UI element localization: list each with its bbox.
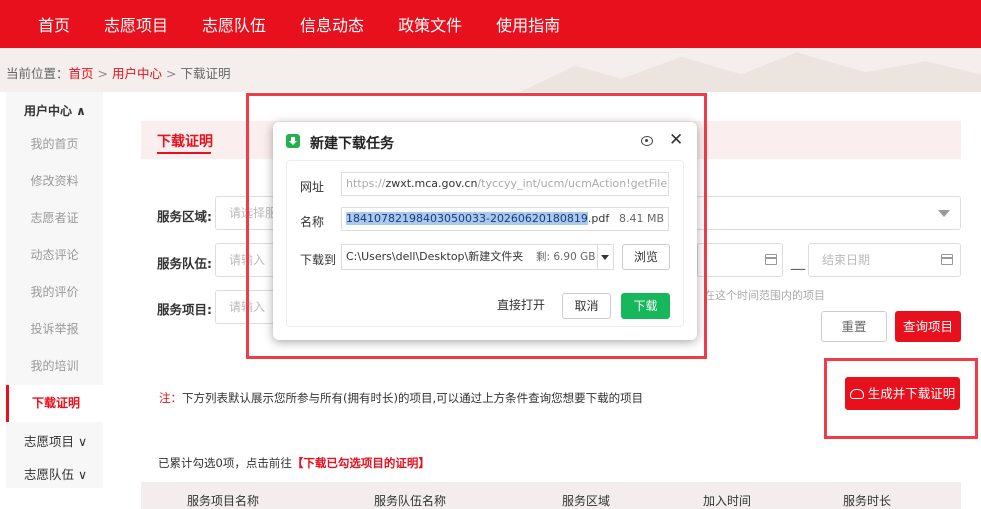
date-range-hint: 在这个时间范围内的项目	[704, 289, 825, 302]
note-prefix: 注：	[159, 391, 182, 405]
nav-volunteer-teams[interactable]: 志愿队伍	[202, 12, 266, 36]
sidebar-item-comments[interactable]: 动态评论	[6, 237, 103, 274]
download-button[interactable]: 下载	[621, 293, 670, 319]
team-label: 服务队伍:	[157, 256, 212, 271]
browse-button[interactable]: 浏览	[622, 244, 670, 270]
free-space: 剩: 6.90 GB	[536, 251, 596, 263]
end-date-placeholder: 结束日期	[822, 253, 871, 267]
selection-count-text: 已累计勾选0项，点击前往	[158, 456, 292, 470]
breadcrumb-current: 下载证明	[180, 66, 231, 81]
breadcrumb: 当前位置：首页 > 用户中心 > 下载证明	[6, 63, 231, 82]
sidebar-item-volunteer-card[interactable]: 志愿者证	[6, 200, 103, 237]
file-size: 8.41 MB	[618, 212, 664, 225]
project-label: 服务项目:	[157, 302, 212, 317]
nav-news[interactable]: 信息动态	[300, 12, 364, 36]
breadcrumb-sep: >	[97, 66, 109, 81]
breadcrumb-sep: >	[166, 66, 177, 81]
column-header-team-name: 服务队伍名称	[374, 494, 447, 508]
top-nav: 首页 志愿项目 志愿队伍 信息动态 政策文件 使用指南	[0, 0, 981, 48]
file-name-field[interactable]: 18410782198403050033-20260620180819.pdf 8…	[341, 207, 669, 231]
tab-download-proof[interactable]: 下载证明	[157, 131, 213, 151]
date-range-dash: —	[790, 259, 806, 278]
nav-volunteer-projects[interactable]: 志愿项目	[104, 12, 168, 36]
nav-home[interactable]: 首页	[38, 12, 70, 36]
column-header-area: 服务区域	[562, 494, 611, 508]
column-header-project-name: 服务项目名称	[187, 494, 260, 508]
column-header-join-time: 加入时间	[703, 494, 752, 508]
sidebar-item-edit-profile[interactable]: 修改资料	[6, 163, 103, 200]
settings-eye-icon[interactable]	[641, 136, 653, 146]
save-path-value: C:\Users\dell\Desktop\新建文件夹	[346, 250, 524, 263]
close-icon[interactable]: ✕	[669, 131, 683, 149]
table-header	[141, 482, 961, 509]
url-rest: /tyccyy_int/ucm/ucmAction!getFile.do?sys…	[477, 177, 668, 190]
column-header-duration: 服务时长	[843, 494, 892, 508]
annotation-frame-generate	[824, 358, 978, 439]
query-projects-button[interactable]: 查询项目	[895, 311, 961, 342]
url-host: zwxt.mca.gov.cn	[385, 177, 478, 190]
breadcrumb-user-center[interactable]: 用户中心	[112, 66, 162, 81]
sidebar-item-complaints[interactable]: 投诉举报	[6, 311, 103, 348]
dialog-title: 新建下载任务	[310, 136, 394, 152]
mountain-decoration	[520, 52, 981, 92]
reset-button[interactable]: 重置	[821, 311, 887, 342]
breadcrumb-prefix: 当前位置：	[6, 66, 69, 81]
breadcrumb-home[interactable]: 首页	[69, 66, 94, 81]
open-directly-button[interactable]: 直接打开	[494, 293, 548, 319]
note-body: 下方列表默认展示您所参与所有(拥有时长)的项目,可以通过上方条件查询您想要下载的…	[182, 391, 644, 405]
note-text: 注：下方列表默认展示您所参与所有(拥有时长)的项目,可以通过上方条件查询您想要下…	[159, 390, 643, 406]
chevron-down-icon[interactable]	[938, 210, 950, 217]
sidebar-header-user-center[interactable]: 用户中心 ∧	[24, 102, 86, 119]
calendar-icon[interactable]	[765, 254, 777, 265]
path-label: 下载到	[300, 253, 337, 267]
tab-underline	[157, 152, 211, 154]
selection-count: 已累计勾选0项，点击前往【下载已勾选项目的证明】	[158, 455, 430, 471]
name-label: 名称	[300, 215, 325, 229]
sidebar-group-projects[interactable]: 志愿项目 ∨	[24, 431, 87, 450]
sidebar-item-my-home[interactable]: 我的首页	[6, 126, 103, 163]
cancel-button[interactable]: 取消	[562, 293, 611, 319]
url-prefix: https://	[346, 177, 386, 190]
save-path-field[interactable]: C:\Users\dell\Desktop\新建文件夹 剩: 6.90 GB	[341, 244, 598, 270]
end-date-input[interactable]: 结束日期	[808, 243, 961, 277]
file-name-selected: 18410782198403050033-20260620180819	[346, 212, 588, 225]
nav-policy[interactable]: 政策文件	[398, 12, 462, 36]
url-label: 网址	[300, 180, 325, 194]
download-selected-link[interactable]: 【下载已勾选项目的证明】	[292, 456, 430, 470]
url-field[interactable]: https://zwxt.mca.gov.cn/tyccyy_int/ucm/u…	[341, 172, 669, 196]
sidebar-item-my-training[interactable]: 我的培训	[6, 348, 103, 385]
sidebar-item-download-proof[interactable]: 下载证明	[6, 385, 103, 422]
sidebar-item-my-reviews[interactable]: 我的评价	[6, 274, 103, 311]
file-ext: .pdf	[587, 212, 610, 225]
area-label: 服务区域:	[157, 209, 212, 224]
download-app-icon	[286, 134, 300, 148]
path-dropdown-icon[interactable]	[597, 244, 614, 270]
calendar-icon[interactable]	[941, 254, 953, 265]
sidebar-group-teams[interactable]: 志愿队伍 ∨	[24, 464, 87, 483]
nav-guide[interactable]: 使用指南	[496, 12, 560, 36]
